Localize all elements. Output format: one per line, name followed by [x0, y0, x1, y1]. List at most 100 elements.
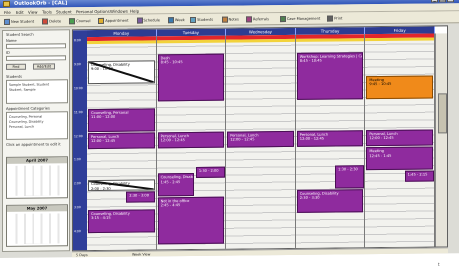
appointment[interactable]: Counseling, Disability 3:15 - 4:15 — [88, 209, 155, 234]
maximize-button[interactable]: □ — [439, 0, 446, 3]
minimize-button[interactable]: _ — [431, 0, 438, 3]
appointment-title: 1:30 - 2:00 — [198, 169, 219, 174]
toolbar-button-label: Print — [334, 16, 343, 21]
menu-view[interactable]: View — [28, 10, 38, 15]
time-label: 8:00 — [74, 38, 81, 43]
time-label: 9:00 — [74, 62, 81, 67]
appointment[interactable]: Personal, Lunch 12:00 - 12:45 — [157, 131, 225, 149]
appointment[interactable]: Meeting 12:45 - 1:45 — [366, 146, 433, 171]
students-icon — [190, 16, 197, 24]
appointment-icon — [98, 17, 105, 24]
mini-calendar-april[interactable]: April 2007 — [6, 156, 68, 199]
menu-help[interactable]: Help — [130, 9, 139, 14]
print-icon — [327, 15, 334, 22]
status-text: 5 Days — [76, 253, 88, 258]
appointment[interactable]: Counseling, Disability 1:45 - 2:45 — [157, 173, 194, 197]
category-item[interactable]: Counseling, Disability — [9, 120, 43, 124]
close-button[interactable]: × — [447, 0, 454, 3]
new-student-button[interactable]: New Student — [4, 18, 34, 26]
appointment-time: 12:00 - 12:45 — [91, 138, 116, 143]
appointment-time: 11:00 - 12:00 — [91, 114, 116, 119]
print-button[interactable]: Print — [327, 14, 342, 22]
schedule-icon — [136, 17, 143, 24]
time-label: 10:00 — [74, 85, 83, 90]
appointment-title: 1:45 - 2:15 — [407, 172, 428, 178]
counsel-icon — [69, 18, 76, 25]
toolbar-button-label: New Student — [11, 19, 35, 24]
appointment-time: 12:00 - 12:45 — [369, 135, 394, 140]
toolbar-button-label: Students — [197, 17, 214, 22]
appointment[interactable]: 1:30 - 2:30 — [335, 165, 365, 189]
mini-calendar-grid[interactable] — [9, 165, 65, 196]
appointment[interactable]: Personal, Lunch 12:00 - 12:45 — [227, 130, 294, 149]
appointment-button[interactable]: Appointment — [98, 17, 129, 25]
toolbar-button-label: Referrals — [253, 17, 269, 22]
name-input[interactable] — [6, 43, 66, 49]
appointment-time: 12:00 - 12:45 — [299, 136, 325, 141]
appointment[interactable]: Workshop: Learning Strategies | Catch Up… — [296, 52, 364, 100]
time-label: 12:00 — [74, 133, 83, 138]
students-list[interactable]: Sample Student, Student Student, Sample — [6, 79, 68, 104]
add-edit-button[interactable]: Add/Edit — [33, 63, 55, 70]
counsel-button[interactable]: Counsel — [69, 17, 90, 25]
categories-list[interactable]: Counseling, Personal Counseling, Disabil… — [6, 111, 68, 140]
view-label: Week View — [132, 252, 151, 257]
schedule-button[interactable]: Schedule — [136, 16, 161, 24]
week-button[interactable]: Week — [167, 16, 185, 24]
vertical-scrollbar[interactable] — [435, 33, 448, 249]
appointment[interactable]: Dash 8:45 - 10:45 — [157, 53, 225, 102]
appointment[interactable]: 2:30 - 3:00 — [126, 191, 156, 203]
appointment[interactable]: Meeting 9:45 - 10:45 — [366, 75, 433, 99]
left-pane: Student Search Name ID Find Add/Edit Stu… — [2, 29, 70, 252]
menu-student[interactable]: Student — [56, 9, 72, 14]
appointment[interactable]: Personal, Lunch 12:00 - 12:45 — [296, 129, 364, 148]
students-button[interactable]: Students — [190, 16, 213, 24]
mini-calendar-title: April 2007 — [7, 157, 67, 164]
menu-windows[interactable]: Windows — [110, 9, 128, 14]
mini-calendar-may[interactable]: May 2007 — [6, 204, 68, 247]
case-management-button[interactable]: Case Management — [279, 15, 320, 23]
hint-text: Click an appointment to edit it — [6, 142, 61, 147]
app-icon — [3, 0, 10, 7]
appointment[interactable]: Counseling, Disability 2:30 - 3:30 — [296, 189, 364, 214]
time-label: 1:00 — [74, 157, 81, 162]
time-label: 4:00 — [74, 229, 81, 234]
appointment-time: 1:45 - 2:45 — [160, 179, 181, 184]
appointment[interactable]: 1:30 - 2:00 — [195, 167, 226, 179]
appointment[interactable]: 1:45 - 2:15 — [404, 170, 434, 183]
time-label: 3:00 — [74, 205, 81, 210]
appointment[interactable]: Counseling, Personal 11:00 - 12:00 — [88, 108, 155, 132]
appointment-time: 12:00 - 12:45 — [160, 137, 185, 143]
appointment[interactable]: Personal, Lunch 12:00 - 12:45 — [88, 131, 155, 150]
menu-tools[interactable]: Tools — [42, 9, 52, 14]
student-search-label: Student Search — [6, 32, 34, 37]
appointment[interactable]: Not in the office 2:45 - 4:45 — [157, 196, 225, 245]
menu-personal-options[interactable]: Personal Options — [76, 9, 110, 14]
appointment-time: 2:45 - 4:45 — [160, 203, 181, 208]
referrals-button[interactable]: Referrals — [246, 15, 269, 23]
week-calendar[interactable]: 8:00 9:00 10:00 11:00 12:00 1:00 2:00 3:00 4:00 … — [72, 25, 448, 252]
appointment[interactable]: Counseling, Disability 9:00 - 10:00 — [88, 60, 155, 84]
appointment[interactable]: Personal, Lunch 12:00 - 12:45 — [366, 129, 433, 147]
toolbar-button-label: Week — [174, 18, 185, 23]
delete-button[interactable]: Delete — [42, 17, 61, 25]
time-column: 8:00 9:00 10:00 11:00 12:00 1:00 2:00 3:00 4:00 — [73, 30, 87, 252]
find-button[interactable]: Find — [6, 63, 26, 70]
appointment[interactable]: Counseling, Disability2:00 - 2:30 — [88, 179, 155, 192]
mini-calendar-grid[interactable] — [9, 213, 65, 244]
toolbar-button-label: Schedule — [143, 18, 161, 23]
category-item[interactable]: Counseling, Personal — [9, 115, 42, 119]
time-label: 2:00 — [74, 181, 81, 186]
notes-button[interactable]: Notes — [221, 15, 239, 23]
caption-text: t — [438, 262, 440, 267]
appointment-title: 2:30 - 3:00 — [129, 193, 149, 198]
menu-file[interactable]: File — [4, 10, 11, 15]
id-input[interactable] — [6, 55, 66, 61]
id-label: ID — [6, 50, 10, 55]
student-item[interactable]: Student, Sample — [9, 88, 36, 92]
category-item[interactable]: Personal, Lunch — [9, 125, 34, 129]
appointment-title: 1:30 - 2:30 — [338, 167, 358, 172]
scrollbar-thumb[interactable] — [438, 93, 447, 134]
student-item[interactable]: Sample Student, Student — [9, 82, 49, 86]
menu-edit[interactable]: Edit — [16, 10, 24, 15]
